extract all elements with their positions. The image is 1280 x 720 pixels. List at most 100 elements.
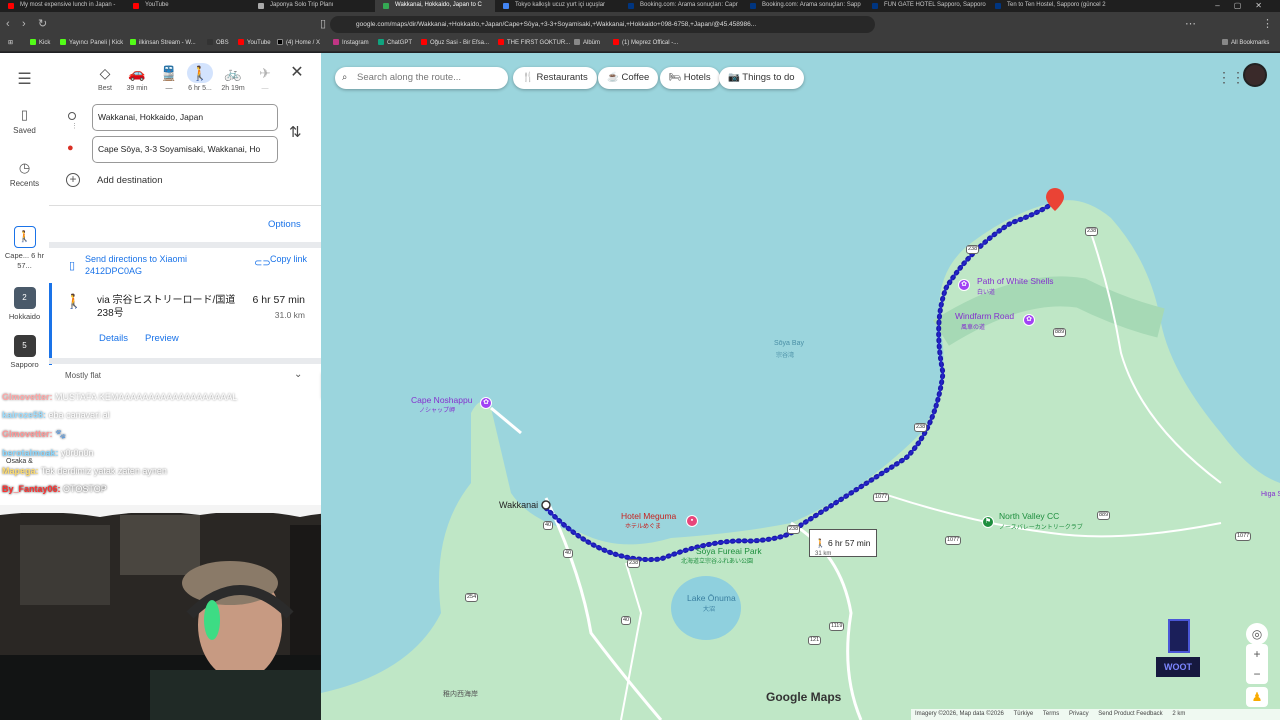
bookmark[interactable]: Instagram [333, 36, 369, 51]
origin-marker[interactable] [541, 500, 551, 510]
send-directions-button[interactable]: Send directions to Xiaomi 2412DPC0AG [85, 253, 215, 277]
tab-active[interactable]: Wakkanai, Hokkaido, Japan to C [375, 0, 495, 12]
details-button[interactable]: Details [99, 333, 128, 344]
place-label[interactable]: Cape Noshappu [411, 395, 472, 405]
mode-flights[interactable]: ✈ — [252, 63, 278, 92]
bookmark[interactable]: (4) Home / X [277, 36, 320, 51]
reload-icon[interactable]: ↻ [38, 17, 47, 31]
chat-message: Mapega: Tek derdimiz yatak zaten aynen [2, 466, 167, 476]
map-canvas[interactable]: ⌕ Search along the route... 🍴 Restaurant… [321, 53, 1280, 720]
plane-icon: ✈ [259, 65, 271, 81]
apps-icon[interactable]: ⊞ [8, 36, 13, 51]
city-label[interactable]: Wakkanai [499, 500, 538, 510]
window-controls[interactable]: –▢✕ [1215, 0, 1276, 11]
tab[interactable]: Booking.com: Arama sonuçları: Sapp [742, 0, 864, 12]
search-along-route-input[interactable]: ⌕ Search along the route... [335, 67, 508, 89]
hotel-label[interactable]: Hotel Meguma [621, 511, 676, 521]
mode-walking[interactable]: 🚶 6 hr 5... [187, 63, 213, 92]
chevron-down-icon[interactable]: ⌄ [294, 369, 302, 380]
bookmark[interactable]: Yayıncı Paneli | Kick [60, 36, 123, 51]
recent-place[interactable]: 5 Sapporo [0, 335, 49, 369]
tab[interactable]: Japonya Solo Trip Planı [250, 0, 375, 12]
tab[interactable]: Booking.com: Arama sonuçları: Capr [620, 0, 742, 12]
zoom-out-button[interactable]: − [1246, 664, 1268, 684]
options-button[interactable]: Options [268, 219, 301, 230]
tab[interactable]: FUN GATE HOTEL Sapporo, Sapporo [864, 0, 987, 12]
tab[interactable]: My most expensive lunch in Japan - [0, 0, 125, 12]
place-label[interactable]: North Valley CC [999, 511, 1059, 521]
address-bar[interactable]: google.com/maps/dir/Wakkanai,+Hokkaido,+… [330, 16, 875, 33]
preview-button[interactable]: Preview [145, 333, 179, 344]
scale-bar[interactable]: 2 km [1172, 711, 1185, 717]
place-label[interactable]: Higa Shir [1261, 491, 1280, 498]
route-option[interactable]: 🚶 via 宗谷ヒストリーロード/国道238号 6 hr 57 min 31.0… [49, 283, 321, 365]
my-location-button[interactable]: ◎ [1246, 623, 1268, 645]
road-shield: 1077 [1235, 532, 1252, 541]
recent-place[interactable]: 2 Hokkaido [0, 287, 49, 321]
destination-input[interactable]: Cape Sōya, 3-3 Soyamisaki, Wakkanai, Ho [92, 136, 278, 163]
chip-things-to-do[interactable]: 📷 Things to do [719, 67, 804, 89]
copy-link-button[interactable]: Copy link [270, 253, 310, 265]
booking-icon [628, 3, 634, 9]
all-bookmarks[interactable]: All Bookmarks [1222, 36, 1269, 51]
tab[interactable]: YouTube [125, 0, 250, 12]
bookmark[interactable]: YouTube [238, 36, 271, 51]
bookmark[interactable]: OBS [207, 36, 229, 51]
bookmark-page-icon[interactable]: ▯ [320, 17, 326, 31]
chip-coffee[interactable]: ☕ Coffee [598, 67, 659, 89]
zoom-in-button[interactable]: + [1246, 644, 1268, 664]
route-callout[interactable]: 🚶 6 hr 57 min 31 km [809, 529, 877, 557]
road-shield: 1119 [829, 622, 845, 631]
bookmark[interactable]: THE FIRST GOKTUR... [498, 36, 570, 51]
park-label[interactable]: Sōya Fureai Park [696, 546, 762, 556]
apps-grid-icon[interactable]: ⋮⋮ [1217, 69, 1245, 86]
route-duration: 6 hr 57 min [252, 294, 305, 306]
mode-cycling[interactable]: 🚲 2h 19m [220, 63, 246, 92]
bookmark[interactable]: Oğuz Sasi - Bir Efsa... [421, 36, 489, 51]
attraction-icon[interactable]: ✿ [480, 397, 492, 409]
chip-restaurants[interactable]: 🍴 Restaurants [513, 67, 597, 89]
bookmark[interactable]: ilkinsan Stream - W... [130, 36, 196, 51]
terms-link[interactable]: Terms [1043, 711, 1059, 717]
mode-transit[interactable]: 🚆 — [156, 63, 182, 92]
avatar[interactable] [1243, 63, 1267, 87]
add-destination-button[interactable]: Add destination [97, 175, 163, 186]
close-directions-button[interactable]: ✕ [284, 63, 310, 83]
bookmark[interactable]: Kick [30, 36, 50, 51]
region-link[interactable]: Türkiye [1014, 711, 1034, 717]
tab[interactable]: Tokyo kalkışlı ucuz yurt içi uçuşlar [495, 0, 620, 12]
place-label[interactable]: Windfarm Road [955, 311, 1014, 321]
tab-title: FUN GATE HOTEL Sapporo, Sapporo [884, 2, 986, 8]
feedback-link[interactable]: Send Product Feedback [1098, 711, 1162, 717]
add-icon[interactable]: + [66, 173, 80, 187]
recents-button[interactable]: ◷ Recents [0, 160, 49, 188]
hotel-icon[interactable]: ▪ [686, 515, 698, 527]
chip-hotels[interactable]: 🛏 Hotels [660, 67, 720, 89]
forward-icon[interactable]: › [22, 17, 26, 31]
menu-button[interactable]: ☰ [0, 69, 49, 92]
pegman-button[interactable]: ♟ [1246, 687, 1268, 707]
bookmark[interactable]: ChatGPT [378, 36, 412, 51]
extensions-icon[interactable]: ⋯ [1185, 17, 1196, 31]
origin-input[interactable]: Wakkanai, Hokkaido, Japan [92, 104, 278, 131]
bookmark[interactable]: Albüm [574, 36, 600, 51]
menu-icon[interactable]: ⋮ [1262, 17, 1273, 31]
attraction-icon[interactable]: ✿ [1023, 314, 1035, 326]
mode-driving[interactable]: 🚗 39 min [124, 63, 150, 92]
tab[interactable]: Ten to Ten Hostel, Sapporo (güncel 2 [987, 0, 1110, 12]
swap-icon[interactable]: ⇅ [289, 123, 302, 141]
mode-best[interactable]: ◇ Best [92, 63, 118, 92]
saved-button[interactable]: ▯ Saved [0, 107, 49, 135]
recent-place[interactable]: 🚶 Cape... 6 hr 57... [0, 226, 49, 271]
attraction-icon[interactable]: ✿ [958, 279, 970, 291]
back-icon[interactable]: ‹ [6, 17, 10, 31]
youtube-icon [421, 39, 427, 45]
place-label[interactable]: Path of White Shells [977, 276, 1054, 286]
chip-label: Restaurants [536, 72, 588, 83]
bookmark[interactable]: (1) Meprez Offical -... [613, 36, 678, 51]
all-bookmarks-label: All Bookmarks [1231, 40, 1270, 46]
privacy-link[interactable]: Privacy [1069, 711, 1089, 717]
youtube-icon [238, 39, 244, 45]
golf-icon[interactable]: ⚑ [982, 516, 994, 528]
lake-label[interactable]: Lake Ōnuma [687, 593, 736, 603]
